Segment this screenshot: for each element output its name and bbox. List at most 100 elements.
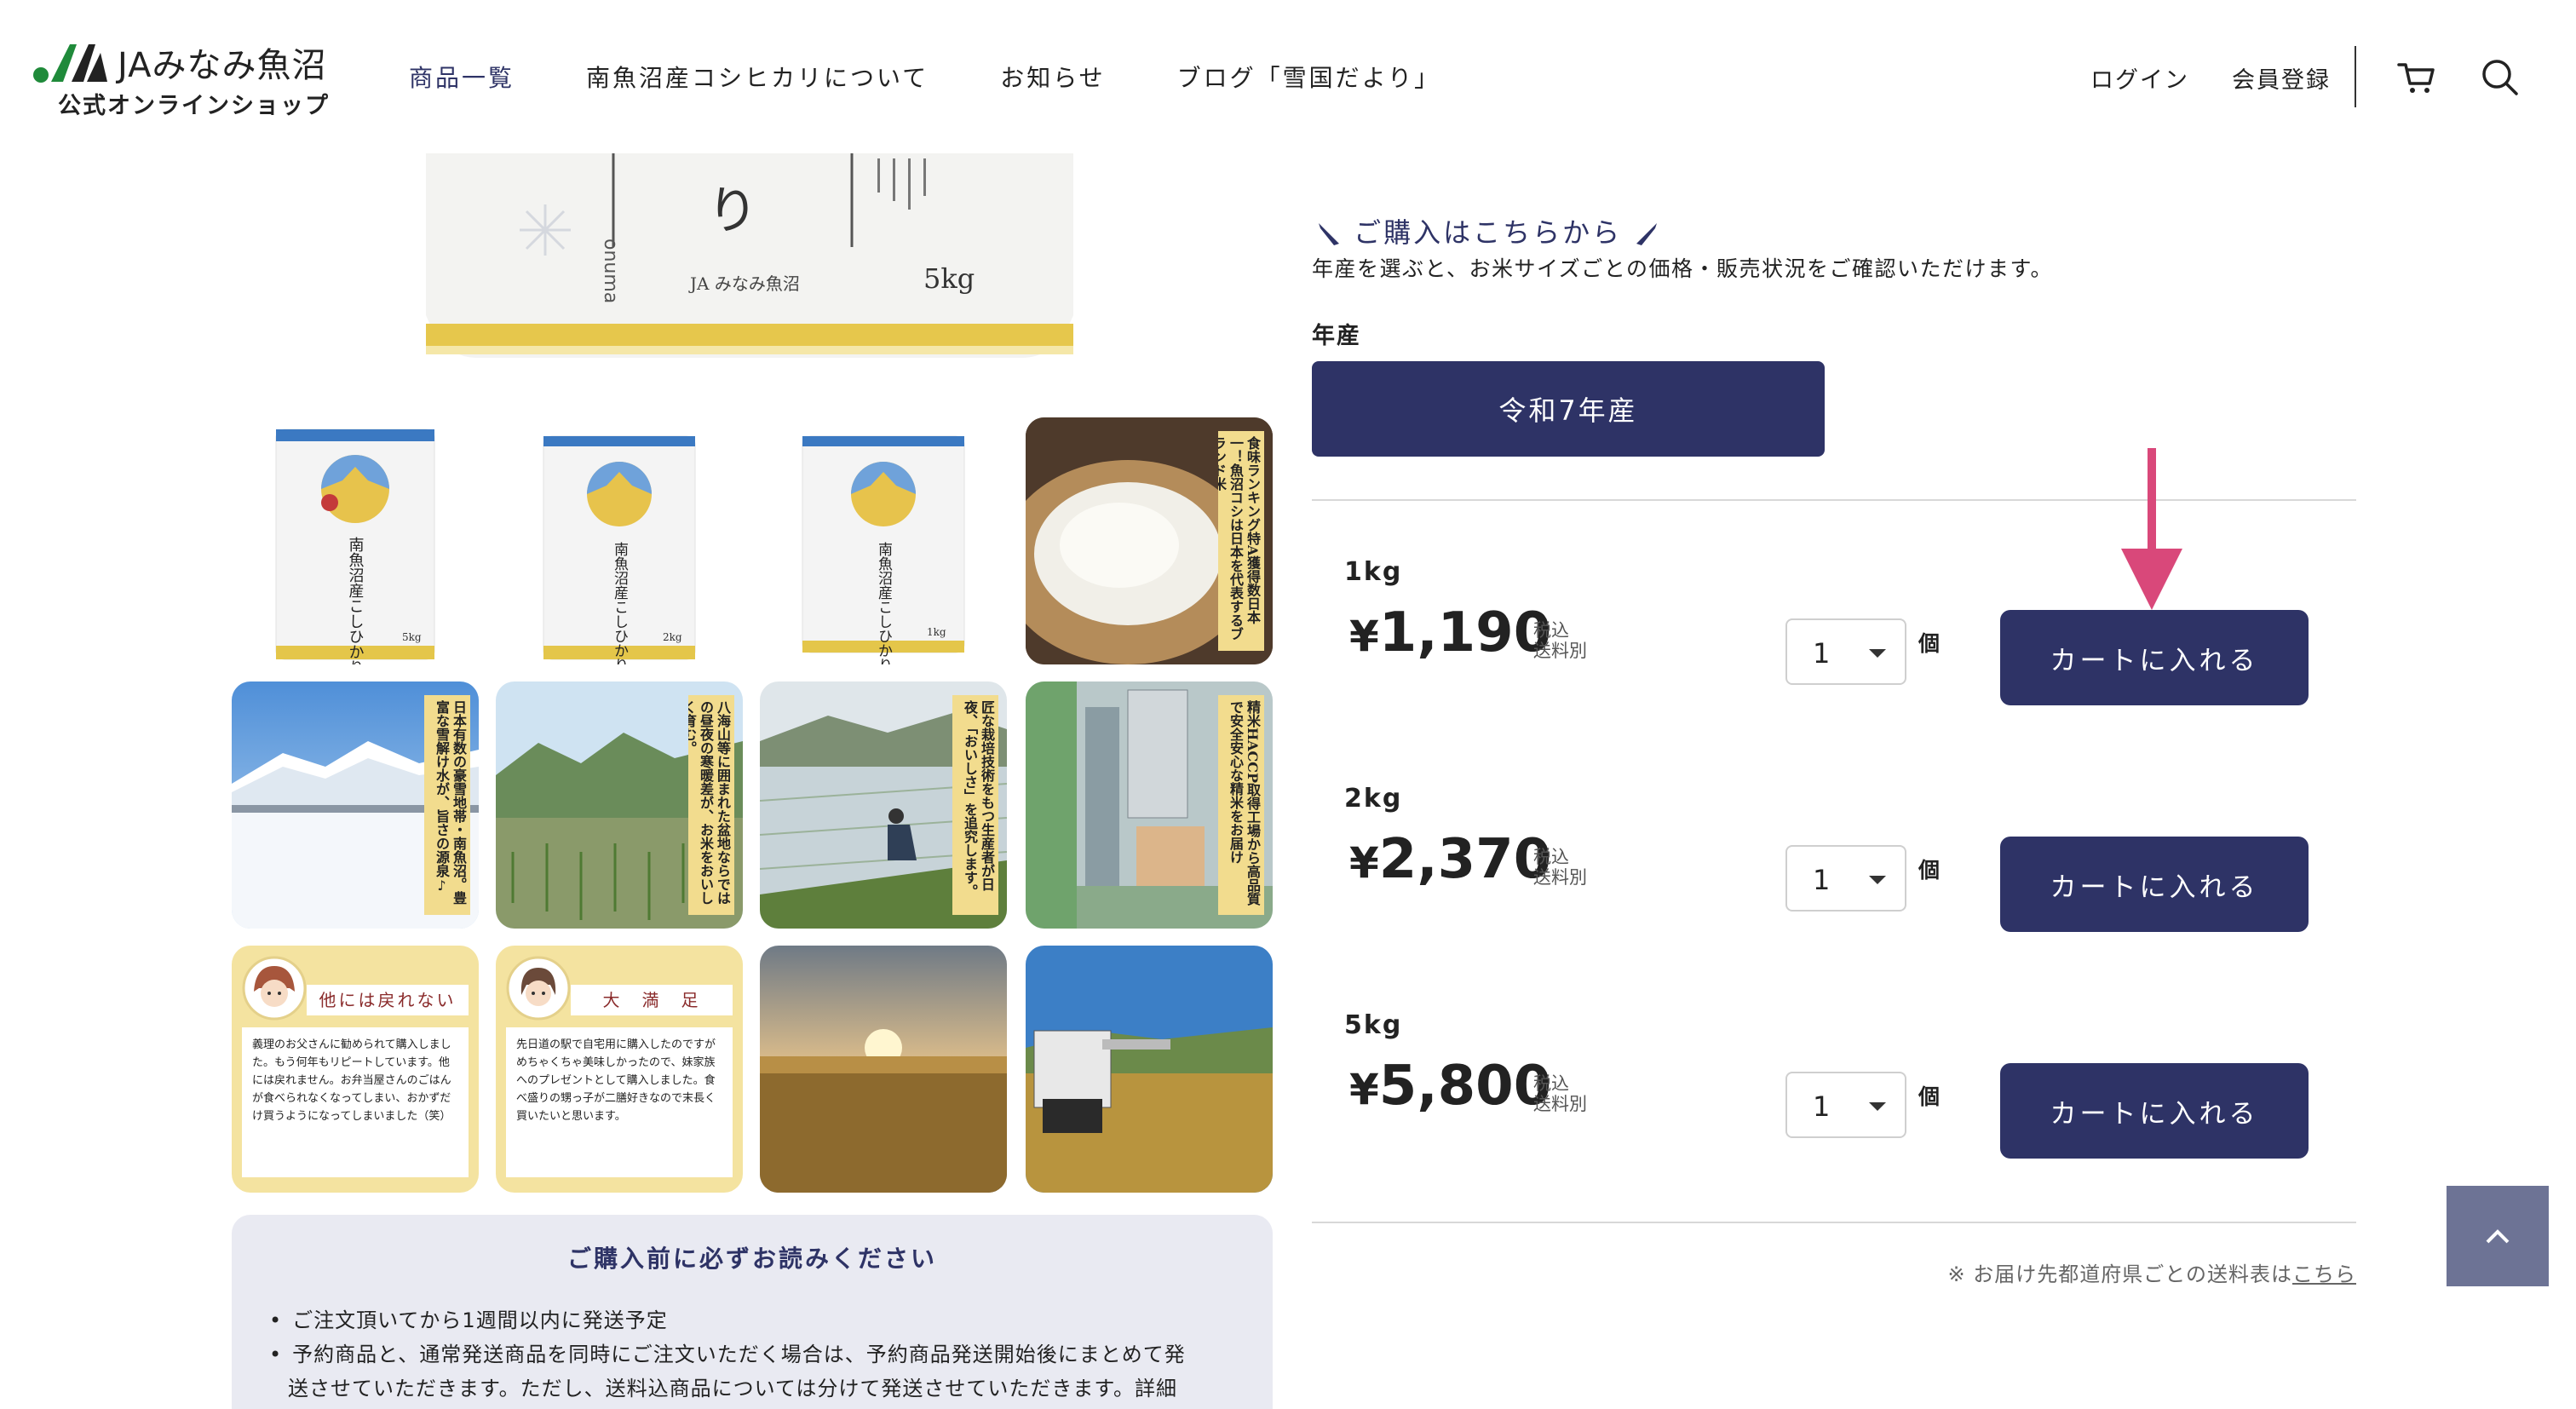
price-value: 2,370 xyxy=(1378,828,1552,891)
product-row-2kg: 2kg ¥2,370 税込 送料別 1 個 カートに入れる xyxy=(1312,784,2356,1005)
ja-logo-icon xyxy=(33,44,107,83)
quantity-value: 1 xyxy=(1813,637,1831,670)
bag-title: 南魚沼産こしひかり xyxy=(347,537,365,664)
gallery-thumb-sunset[interactable] xyxy=(760,946,1007,1193)
rice-bag-5kg-image: 南魚沼産こしひかり 5kg xyxy=(232,417,479,664)
notice-title: ご購入前に必ずお読みください xyxy=(566,1245,937,1273)
shipping-separate: 送料別 xyxy=(1533,867,1587,888)
main-nav: 商品一覧 南魚沼産コシヒカリについて お知らせ ブログ「雪国だより」 xyxy=(409,60,1512,94)
product-size: 2kg xyxy=(1344,784,1403,814)
shipping-separate: 送料別 xyxy=(1533,1094,1587,1114)
tax-note: 税込 送料別 xyxy=(1533,847,1587,888)
quantity-unit: 個 xyxy=(1918,631,1941,656)
price-value: 1,190 xyxy=(1378,601,1552,664)
quantity-select[interactable]: 1 xyxy=(1785,618,1906,685)
quantity-value: 1 xyxy=(1813,1090,1831,1123)
shipping-note: ※ お届け先都道府県ごとの送料表はこちら xyxy=(1948,1257,2357,1287)
divider xyxy=(1312,1222,2356,1223)
search-icon[interactable] xyxy=(2479,56,2521,99)
currency-symbol: ¥ xyxy=(1349,612,1379,661)
purchase-description: 年産を選ぶと、お米サイズごとの価格・販売状況をご確認いただけます。 xyxy=(1312,256,2054,281)
tax-included: 税込 xyxy=(1533,847,1569,867)
notice-list: ご注文頂いてから1週間以内に発送予定 予約商品と、通常発送商品を同時にご注文いた… xyxy=(269,1303,1240,1406)
quantity-value: 1 xyxy=(1813,864,1831,896)
hero-romaji: onuma xyxy=(600,239,621,303)
review-body: 先日道の駅で自宅用に購入したのですがめちゃくちゃ美味しかったので、妹家族へのプレ… xyxy=(506,1027,733,1177)
quantity-unit: 個 xyxy=(1918,858,1941,883)
product-size: 5kg xyxy=(1344,1010,1403,1040)
gallery-thumb-1kg-bag[interactable]: 南魚沼産こしひかり 1kg xyxy=(760,417,1007,664)
gallery-thumb-factory[interactable]: 精米HACCP取得工場から高品質で安全安心な精米をお届け xyxy=(1026,681,1273,929)
nav-item-products[interactable]: 商品一覧 xyxy=(409,60,515,94)
product-row-5kg: 5kg ¥5,800 税込 送料別 1 個 カートに入れる xyxy=(1312,1010,2356,1232)
price-value: 5,800 xyxy=(1378,1055,1552,1118)
purchase-heading: ご購入はこちらから xyxy=(1317,211,1659,250)
gallery-thumb-rice-basket[interactable]: 食味ランキング特A獲得数日本一！魚沼コシは日本を代表するブランド米 xyxy=(1026,417,1273,664)
quantity-select[interactable]: 1 xyxy=(1785,845,1906,912)
gallery-thumb-farmer[interactable]: 匠な栽培技術をもつ生産者が日夜、「おいしさ」を追究します。 xyxy=(760,681,1007,929)
product-size: 1kg xyxy=(1344,557,1403,587)
back-to-top-button[interactable] xyxy=(2447,1186,2549,1286)
product-price: ¥5,800 xyxy=(1349,1055,1551,1118)
quantity-unit: 個 xyxy=(1918,1084,1941,1109)
quantity-select[interactable]: 1 xyxy=(1785,1072,1906,1138)
notice-item: ご注文頂いてから1週間以内に発送予定 xyxy=(269,1303,1240,1337)
purchase-notice: ご購入前に必ずお読みください ご注文頂いてから1週間以内に発送予定 予約商品と、… xyxy=(232,1215,1273,1409)
rice-bag-1kg-image: 南魚沼産こしひかり 1kg xyxy=(760,417,1007,664)
site-header: JAみなみ魚沼 公式オンラインショップ 商品一覧 南魚沼産コシヒカリについて お… xyxy=(0,0,2576,153)
tax-note: 税込 送料別 xyxy=(1533,1073,1587,1114)
gallery-thumb-2kg-bag[interactable]: 南魚沼産こしひかり 2kg xyxy=(496,417,743,664)
review-title: 他には戻れない xyxy=(307,985,469,1015)
logo-title: JAみなみ魚沼 xyxy=(118,46,327,85)
tile-caption: 食味ランキング特A獲得数日本一！魚沼コシは日本を代表するブランド米 xyxy=(1218,431,1264,651)
login-link[interactable]: ログイン xyxy=(2090,61,2189,95)
chevron-down-icon xyxy=(1869,649,1886,658)
bag-title: 南魚沼産こしひかり xyxy=(875,542,893,664)
site-logo[interactable]: JAみなみ魚沼 公式オンラインショップ xyxy=(32,34,348,128)
cart-icon[interactable] xyxy=(2395,56,2438,99)
pen-right-icon xyxy=(1636,223,1658,245)
add-to-cart-button[interactable]: カートに入れる xyxy=(2000,837,2309,932)
logo-subtitle: 公式オンラインショップ xyxy=(58,93,330,119)
gallery-thumb-snow[interactable]: 日本有数の豪雪地帯・南魚沼。豊富な雪解け水が、旨さの源泉♪ xyxy=(232,681,479,929)
rice-bag-2kg-image: 南魚沼産こしひかり 2kg xyxy=(496,417,743,664)
tax-included: 税込 xyxy=(1533,620,1569,641)
tile-caption: 匠な栽培技術をもつ生産者が日夜、「おいしさ」を追究します。 xyxy=(952,695,998,915)
shipping-table-link[interactable]: こちら xyxy=(2292,1262,2356,1286)
review-body: 義理のお父さんに勧められて購入しました。もう何年もリピートしています。他には戻れ… xyxy=(242,1027,469,1177)
tile-caption: 日本有数の豪雪地帯・南魚沼。豊富な雪解け水が、旨さの源泉♪ xyxy=(424,695,470,915)
pen-left-icon xyxy=(1319,223,1339,245)
currency-symbol: ¥ xyxy=(1349,1065,1379,1114)
header-divider xyxy=(2355,46,2356,107)
gallery-thumb-field[interactable]: 八海山等に囲まれた盆地ならではの昼夜の寒暖差が、お米をおいしく育む。 xyxy=(496,681,743,929)
gallery-thumb-5kg-bag[interactable]: 南魚沼産こしひかり 5kg xyxy=(232,417,479,664)
year-select-button[interactable]: 令和7年産 xyxy=(1312,361,1825,457)
reviewer-avatar-icon xyxy=(506,956,571,1021)
chevron-down-icon xyxy=(1869,876,1886,884)
notice-item: 予約商品と、通常発送商品を同時にご注文いただく場合は、予約商品発送開始後にまとめ… xyxy=(269,1337,1240,1372)
chevron-up-icon xyxy=(2486,1229,2510,1244)
nav-item-news[interactable]: お知らせ xyxy=(1000,60,1105,94)
tile-caption: 精米HACCP取得工場から高品質で安全安心な精米をお届け xyxy=(1218,695,1264,915)
nav-item-blog[interactable]: ブログ「雪国だより」 xyxy=(1177,60,1440,94)
nav-item-about-koshihikari[interactable]: 南魚沼産コシヒカリについて xyxy=(586,60,929,94)
harvest-combine-photo xyxy=(1026,946,1273,1193)
hero-kana: り xyxy=(707,181,758,241)
tax-included: 税込 xyxy=(1533,1073,1569,1094)
review-title: 大 満 足 xyxy=(571,985,733,1015)
product-row-1kg: 1kg ¥1,190 税込 送料別 1 個 カートに入れる xyxy=(1312,557,2356,779)
add-to-cart-button[interactable]: カートに入れる xyxy=(2000,610,2309,705)
main-product-image: onuma り JA みなみ魚沼 5kg xyxy=(426,153,1073,358)
bag-weight: 2kg xyxy=(663,631,682,643)
gallery-thumb-harvest[interactable] xyxy=(1026,946,1273,1193)
chevron-down-icon xyxy=(1869,1102,1886,1111)
year-label: 年産 xyxy=(1312,323,1361,349)
shipping-note-text: ※ お届け先都道府県ごとの送料表は xyxy=(1947,1262,2292,1286)
review-card-2[interactable]: 大 満 足 先日道の駅で自宅用に購入したのですがめちゃくちゃ美味しかったので、妹… xyxy=(496,946,743,1193)
purchase-heading-text: ご購入はこちらから xyxy=(1354,216,1623,249)
reviewer-avatar-icon xyxy=(242,956,307,1021)
add-to-cart-button[interactable]: カートに入れる xyxy=(2000,1063,2309,1159)
product-price: ¥2,370 xyxy=(1349,828,1551,891)
register-link[interactable]: 会員登録 xyxy=(2232,61,2331,95)
review-card-1[interactable]: 他には戻れない 義理のお父さんに勧められて購入しました。もう何年もリピートしてい… xyxy=(232,946,479,1193)
